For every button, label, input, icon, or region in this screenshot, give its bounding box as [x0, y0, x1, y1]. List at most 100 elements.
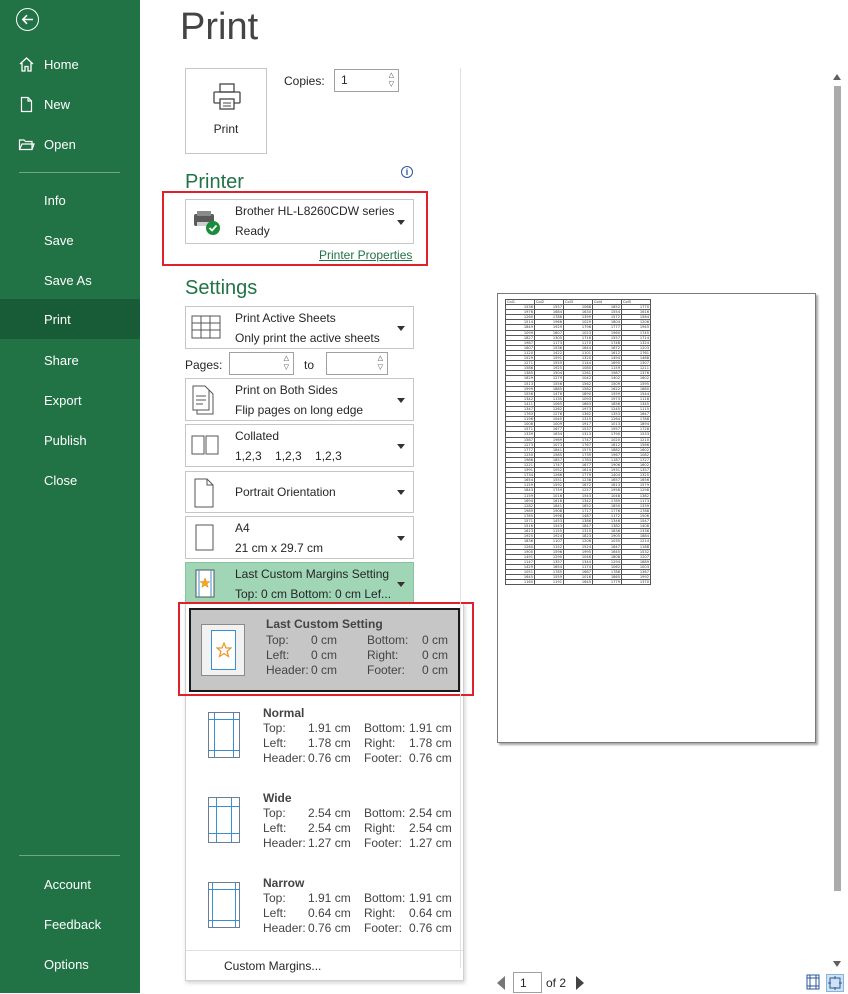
- top-label: Top:: [263, 806, 286, 820]
- nav-save-as[interactable]: Save As: [0, 260, 140, 300]
- bottom-label: Bottom:: [364, 891, 406, 905]
- right-value: 1.78 cm: [409, 736, 452, 750]
- nav-options-label: Options: [44, 956, 89, 972]
- copies-label: Copies:: [284, 74, 325, 88]
- pages-to-input[interactable]: △ ▽: [326, 352, 388, 375]
- nav-share[interactable]: Share: [0, 340, 140, 380]
- preview-cell: 1191: [534, 579, 564, 586]
- right-value: 0.64 cm: [409, 906, 452, 920]
- margin-option-normal[interactable]: Normal Top: 1.91 cm Bottom: 1.91 cm Left…: [186, 696, 463, 781]
- left-value: 2.54 cm: [308, 821, 351, 835]
- spin-up-icon[interactable]: △: [389, 72, 394, 80]
- spin-down-icon[interactable]: ▽: [389, 81, 394, 89]
- open-folder-icon: [18, 139, 35, 151]
- right-label: Right:: [364, 821, 396, 835]
- collation-dropdown[interactable]: Collated 1,2,3 1,2,3 1,2,3: [185, 424, 414, 467]
- left-value: 1.78 cm: [308, 736, 351, 750]
- highlight-box-printer: [162, 191, 428, 266]
- nav-save[interactable]: Save: [0, 220, 140, 260]
- chevron-down-icon: [397, 535, 405, 541]
- page-count-label: of 2: [546, 976, 567, 990]
- nav-new[interactable]: New: [0, 84, 140, 124]
- header-label: Header:: [263, 751, 306, 765]
- back-arrow-icon[interactable]: [16, 8, 39, 31]
- custom-margins-icon: [195, 569, 215, 598]
- header-label: Header:: [263, 921, 306, 935]
- next-page-icon[interactable]: [576, 976, 584, 990]
- left-label: Left:: [263, 821, 287, 835]
- header-value: 1.27 cm: [308, 836, 351, 850]
- margin-option-wide[interactable]: Wide Top: 2.54 cm Bottom: 2.54 cm Left: …: [186, 781, 463, 866]
- nav-print-label: Print: [44, 311, 71, 327]
- spin-down-icon[interactable]: ▽: [284, 364, 289, 372]
- right-label: Right:: [364, 736, 396, 750]
- scroll-up-icon[interactable]: [833, 74, 841, 80]
- chevron-down-icon: [397, 397, 405, 403]
- preview-cell: 1779: [592, 579, 622, 586]
- paper-size-subtitle: 21 cm x 29.7 cm: [235, 541, 324, 555]
- pages-from-input[interactable]: △ ▽: [229, 352, 294, 375]
- duplex-print-icon: [192, 385, 214, 415]
- print-what-dropdown[interactable]: Print Active Sheets Only print the activ…: [185, 306, 414, 349]
- pages-to-label: to: [304, 358, 315, 372]
- backstage-sidebar: Home New Open Info Save Save As Print Sh…: [0, 0, 140, 993]
- nav-account[interactable]: Account: [0, 864, 140, 904]
- scrollbar-thumb[interactable]: [834, 86, 841, 891]
- top-value: 1.91 cm: [308, 891, 351, 905]
- home-icon: [19, 57, 34, 72]
- nav-export[interactable]: Export: [0, 380, 140, 420]
- top-value: 1.91 cm: [308, 721, 351, 735]
- nav-feedback[interactable]: Feedback: [0, 904, 140, 944]
- margins-subtitle: Top: 0 cm Bottom: 0 cm Lef...: [235, 587, 392, 601]
- nav-close[interactable]: Close: [0, 460, 140, 500]
- print-what-subtitle: Only print the active sheets: [235, 331, 380, 345]
- previous-page-icon[interactable]: [497, 976, 505, 990]
- left-label: Left:: [263, 906, 287, 920]
- show-margins-icon[interactable]: [805, 974, 823, 992]
- margins-title: Last Custom Margins Setting: [235, 567, 390, 581]
- left-label: Left:: [263, 736, 287, 750]
- spin-up-icon[interactable]: △: [284, 355, 289, 363]
- duplex-dropdown[interactable]: Print on Both Sides Flip pages on long e…: [185, 378, 414, 421]
- nav-options[interactable]: Options: [0, 944, 140, 984]
- spin-up-icon[interactable]: △: [378, 355, 383, 363]
- spin-down-icon[interactable]: ▽: [378, 364, 383, 372]
- zoom-to-page-icon[interactable]: [826, 974, 844, 992]
- wide-margins-icon: [208, 797, 240, 843]
- preview-table: Col1 Col2 Col3 Col4 Col5 1536 1557 1068 1852 1770…: [505, 298, 651, 586]
- paper-size-dropdown[interactable]: A4 21 cm x 29.7 cm: [185, 516, 414, 559]
- print-button-label: Print: [213, 122, 239, 136]
- nav-open[interactable]: Open: [0, 124, 140, 164]
- nav-new-label: New: [44, 96, 71, 112]
- header-value: 0.76 cm: [308, 751, 351, 765]
- footer-label: Footer:: [364, 751, 403, 765]
- normal-margins-icon: [208, 712, 240, 758]
- margins-dropdown[interactable]: Last Custom Margins Setting Top: 0 cm Bo…: [185, 562, 414, 605]
- preview-cell: 1645: [563, 579, 593, 586]
- current-page-input[interactable]: 1: [513, 972, 542, 993]
- pages-label: Pages:: [185, 358, 223, 372]
- highlight-box-last-custom: [178, 602, 474, 696]
- duplex-subtitle: Flip pages on long edge: [235, 403, 364, 417]
- nav-home-label: Home: [44, 56, 79, 72]
- margin-option-narrow[interactable]: Narrow Top: 1.91 cm Bottom: 1.91 cm Left…: [186, 866, 463, 951]
- nav-print[interactable]: Print: [0, 299, 140, 339]
- preview-scrollbar[interactable]: [831, 72, 843, 969]
- orientation-title: Portrait Orientation: [235, 485, 336, 499]
- scroll-down-icon[interactable]: [833, 961, 841, 967]
- nav-info[interactable]: Info: [0, 180, 140, 220]
- collation-title: Collated: [235, 429, 280, 443]
- nav-home[interactable]: Home: [0, 44, 140, 84]
- preview-cell: 1160: [505, 579, 535, 586]
- bottom-value: 1.91 cm: [409, 891, 452, 905]
- custom-margins-menu-item[interactable]: Custom Margins...: [186, 950, 463, 980]
- right-value: 2.54 cm: [409, 821, 452, 835]
- nav-export-label: Export: [44, 392, 82, 408]
- nav-share-label: Share: [44, 352, 79, 368]
- info-icon[interactable]: i: [401, 166, 413, 178]
- copies-input[interactable]: 1 △ ▽: [334, 69, 399, 92]
- nav-publish[interactable]: Publish: [0, 420, 140, 460]
- nav-feedback-label: Feedback: [44, 916, 102, 932]
- print-button[interactable]: Print: [185, 68, 267, 154]
- orientation-dropdown[interactable]: Portrait Orientation: [185, 471, 414, 513]
